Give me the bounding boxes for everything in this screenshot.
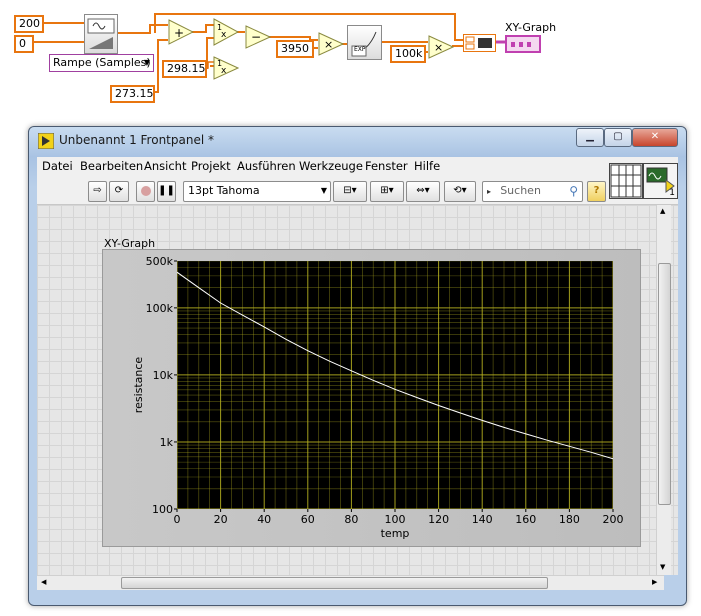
x-tick-label: 120 bbox=[428, 513, 449, 526]
search-icon: ⚲ bbox=[569, 184, 578, 198]
horizontal-scroll-thumb[interactable] bbox=[121, 577, 548, 589]
xy-graph-axes: 0 20 40 60 80 100 120 140 160 180 200 500k 100k 10k 1k… bbox=[132, 255, 624, 540]
bundle-icon bbox=[465, 36, 492, 50]
dropdown-arrow-icon: ▼ bbox=[143, 58, 150, 67]
menu-fenster[interactable]: Fenster bbox=[365, 159, 408, 173]
svg-text:x: x bbox=[221, 66, 227, 76]
constant-0[interactable]: 0 bbox=[14, 35, 34, 53]
run-continuously-icon[interactable]: ⟳ bbox=[109, 181, 129, 202]
constant-100k[interactable]: 100k bbox=[390, 45, 426, 63]
window-titlebar[interactable]: Unbenannt 1 Frontpanel * ▁ ▢ ✕ bbox=[29, 127, 686, 155]
toolbar: ⇨ ⟳ ❚❚ 13pt Tahoma ▼ ⊟▾ ⊞▾ ⇔▾ ⟲▾ ▸ Suche… bbox=[37, 163, 678, 205]
menu-bearbeiten[interactable]: Bearbeiten bbox=[80, 159, 143, 173]
vi-icon[interactable]: 1 bbox=[643, 163, 678, 199]
xy-graph-terminal[interactable] bbox=[505, 35, 541, 53]
reciprocal-node-1[interactable]: 1 x bbox=[213, 18, 239, 46]
x-tick-label: 60 bbox=[301, 513, 315, 526]
x-tick-label: 80 bbox=[344, 513, 358, 526]
scroll-left-icon[interactable]: ◀ bbox=[41, 578, 46, 586]
vertical-scroll-thumb[interactable] bbox=[658, 263, 671, 505]
multiply-node-2[interactable]: × bbox=[428, 35, 454, 59]
svg-text:x: x bbox=[221, 30, 227, 40]
ramp-type-label: Rampe (Samples) bbox=[53, 56, 151, 69]
vi-icon-number: 1 bbox=[669, 188, 675, 198]
pause-icon[interactable]: ❚❚ bbox=[157, 181, 176, 202]
chevron-down-icon: ▼ bbox=[320, 186, 327, 195]
x-tick-label: 140 bbox=[472, 513, 493, 526]
ramp-type-select[interactable]: Rampe (Samples) ▼ bbox=[49, 54, 154, 72]
multiply-node-1[interactable]: × bbox=[318, 32, 344, 56]
run-arrow-icon[interactable]: ⇨ bbox=[88, 181, 107, 202]
constant-273-15[interactable]: 273.15 bbox=[110, 85, 155, 103]
menu-projekt[interactable]: Projekt bbox=[191, 159, 231, 173]
x-tick-label: 40 bbox=[257, 513, 271, 526]
y-tick-label: 10k bbox=[153, 369, 174, 382]
font-select-label: 13pt Tahoma bbox=[188, 184, 260, 197]
maximize-button[interactable]: ▢ bbox=[604, 128, 632, 147]
x-tick-label: 20 bbox=[214, 513, 228, 526]
abort-icon[interactable] bbox=[136, 181, 155, 202]
scroll-right-icon[interactable]: ▶ bbox=[652, 578, 657, 586]
svg-text:×: × bbox=[324, 38, 333, 51]
exp-label: EXP bbox=[354, 46, 366, 53]
y-tick-label: 100k bbox=[146, 302, 174, 315]
labview-app-icon bbox=[38, 133, 54, 149]
search-placeholder: Suchen bbox=[500, 184, 541, 197]
connector-grid-icon bbox=[610, 164, 642, 198]
menu-datei[interactable]: Datei bbox=[42, 159, 73, 173]
x-tick-label: 180 bbox=[559, 513, 580, 526]
subtract-node[interactable]: − bbox=[245, 25, 271, 49]
context-help-button[interactable]: ? bbox=[587, 181, 606, 202]
close-button[interactable]: ✕ bbox=[632, 128, 678, 147]
window-title: Unbenannt 1 Frontpanel * bbox=[59, 133, 214, 147]
ramp-icon bbox=[87, 18, 115, 49]
menu-ausfuehren[interactable]: Ausführen bbox=[237, 159, 296, 173]
x-tick-label: 0 bbox=[174, 513, 181, 526]
y-axis-label: resistance bbox=[132, 357, 145, 414]
font-select[interactable]: 13pt Tahoma ▼ bbox=[183, 181, 331, 202]
x-tick-label: 100 bbox=[385, 513, 406, 526]
svg-text:−: − bbox=[251, 30, 261, 44]
menu-hilfe[interactable]: Hilfe bbox=[414, 159, 440, 173]
ramp-function-node[interactable] bbox=[84, 14, 118, 54]
front-panel-window: Unbenannt 1 Frontpanel * ▁ ▢ ✕ Datei Bea… bbox=[28, 126, 687, 606]
connector-pane-icon[interactable] bbox=[609, 163, 643, 199]
minimize-button[interactable]: ▁ bbox=[576, 128, 604, 147]
x-tick-label: 160 bbox=[515, 513, 536, 526]
exponential-node[interactable]: EXP bbox=[347, 25, 382, 60]
reciprocal-node-2[interactable]: 1 x bbox=[213, 56, 239, 80]
scroll-up-icon[interactable]: ▲ bbox=[660, 207, 665, 215]
y-tick-label: 1k bbox=[160, 436, 174, 449]
menu-bar: Datei Bearbeiten Ansicht Projekt Ausführ… bbox=[37, 157, 678, 176]
horizontal-scrollbar[interactable]: ◀ ▶ bbox=[37, 575, 664, 590]
reorder-icon[interactable]: ⟲▾ bbox=[444, 181, 476, 202]
svg-text:×: × bbox=[434, 41, 443, 54]
x-tick-label: 200 bbox=[603, 513, 624, 526]
menu-werkzeuge[interactable]: Werkzeuge bbox=[299, 159, 363, 173]
xy-graph-terminal-label: XY-Graph bbox=[505, 21, 557, 34]
vertical-scrollbar[interactable]: ▲ ▼ bbox=[656, 205, 671, 575]
constant-298-15[interactable]: 298.15 bbox=[162, 60, 207, 78]
menu-ansicht[interactable]: Ansicht bbox=[144, 159, 186, 173]
resize-objects-icon[interactable]: ⇔▾ bbox=[406, 181, 440, 202]
constant-200[interactable]: 200 bbox=[14, 15, 44, 33]
svg-text:+: + bbox=[174, 26, 184, 40]
exp-curve-icon bbox=[351, 31, 377, 57]
distribute-objects-icon[interactable]: ⊞▾ bbox=[370, 181, 404, 202]
x-axis-label: temp bbox=[381, 527, 410, 540]
search-input[interactable]: ▸ Suchen ⚲ bbox=[482, 181, 583, 202]
y-tick-label: 500k bbox=[146, 255, 174, 268]
align-objects-icon[interactable]: ⊟▾ bbox=[333, 181, 367, 202]
add-node[interactable]: + bbox=[168, 19, 194, 45]
graph-terminal-icon bbox=[511, 42, 531, 47]
scroll-down-icon[interactable]: ▼ bbox=[660, 563, 665, 571]
y-tick-label: 100 bbox=[152, 503, 173, 516]
bundle-node[interactable] bbox=[463, 34, 496, 52]
constant-3950[interactable]: 3950 bbox=[276, 40, 314, 58]
